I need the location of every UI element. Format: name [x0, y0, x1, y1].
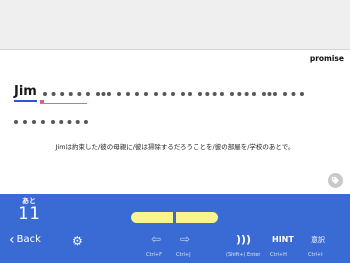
remaining-count: 11 [18, 204, 41, 224]
play-sound-button[interactable]: ))) [236, 233, 251, 246]
arrow-right-icon: ⇨ [180, 232, 191, 246]
word-blank [95, 92, 112, 100]
back-button[interactable]: ‹ Back [9, 231, 41, 248]
word-blank [261, 92, 278, 100]
input-cursor-underline [40, 103, 87, 104]
shortcut-meaning: Ctrl+I [308, 252, 323, 258]
word-blank [229, 92, 256, 100]
shortcut-next: Ctrl+J [176, 252, 191, 258]
japanese-translation: Jimは約束した/彼の母親に/彼は掃除するだろうことを/彼の部屋を/学校のあとで… [55, 143, 295, 151]
sentence-row-1: Jim [14, 84, 339, 102]
arrow-left-icon: ⇦ [151, 232, 162, 246]
first-word: Jim [14, 84, 37, 102]
sound-icon: ))) [236, 233, 252, 246]
answer-slot-left[interactable] [131, 212, 173, 223]
word-blank [197, 92, 224, 100]
bookmark-tag-button[interactable] [328, 173, 343, 188]
sentence-row-2 [14, 120, 339, 130]
chevron-left-icon: ‹ [9, 231, 15, 248]
shortcut-prev: Ctrl+F [146, 252, 162, 258]
question-area-background [0, 0, 350, 49]
word-blank [283, 92, 304, 100]
target-keyword: promise [309, 54, 344, 63]
word-blank [154, 92, 176, 100]
previous-button[interactable]: ⇦ [151, 232, 161, 246]
shortcut-sound: (Shift+) Enter [226, 252, 261, 258]
back-label: Back [16, 234, 41, 245]
shortcut-hint: Ctrl+H [270, 252, 287, 258]
word-blank [51, 120, 88, 128]
word-blank [42, 92, 90, 100]
hint-button[interactable]: HINT [272, 235, 294, 244]
tag-icon [331, 176, 340, 185]
gear-icon: ⚙ [72, 234, 83, 248]
header-divider [0, 49, 350, 50]
settings-button[interactable]: ⚙ [72, 234, 83, 248]
answer-slot-right[interactable] [176, 212, 218, 223]
meaning-button[interactable]: 意訳 [311, 235, 325, 245]
sentence-area: Jim [14, 84, 339, 148]
next-button[interactable]: ⇨ [180, 232, 190, 246]
word-blank [14, 120, 46, 128]
control-panel [0, 194, 350, 263]
word-blank [117, 92, 149, 100]
word-blank [181, 92, 192, 100]
